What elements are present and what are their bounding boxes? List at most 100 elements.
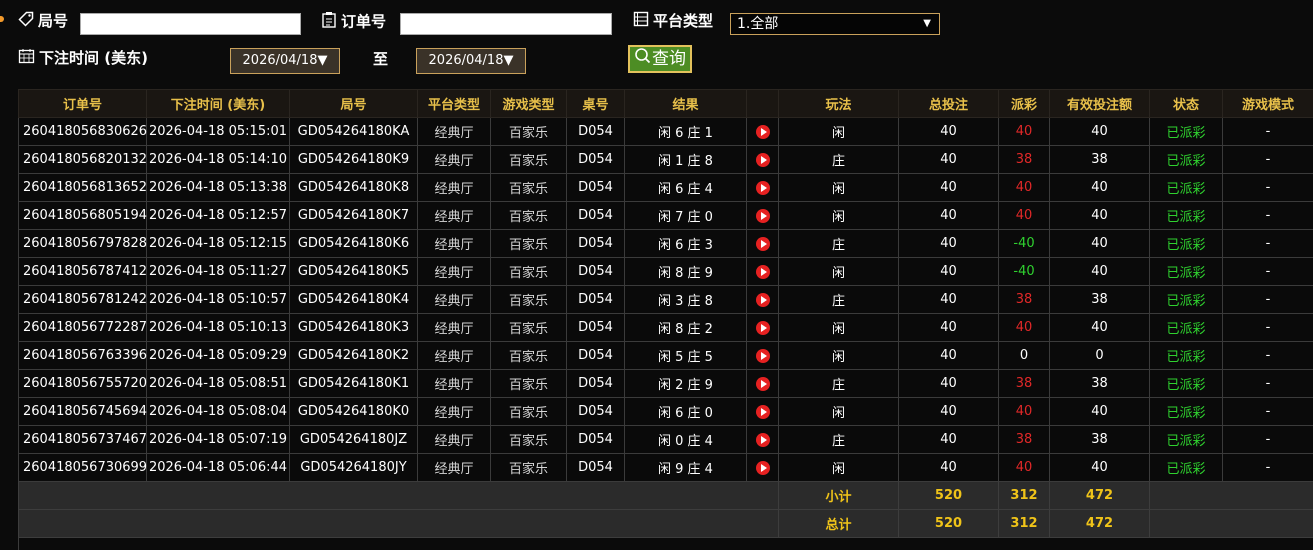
table-row[interactable]: 260418056755720 2026-04-18 05:08:51 GD0542…: [18, 369, 1313, 398]
play-icon[interactable]: [755, 152, 770, 167]
order-input[interactable]: [400, 13, 612, 35]
video-cell: [746, 285, 779, 314]
result-cell: 闲 6 庄 0: [624, 397, 747, 426]
platform-cell: 经典厅: [417, 201, 491, 230]
valid-bet-cell: 40: [1049, 173, 1150, 202]
order-id-cell: 260418056772287: [18, 313, 147, 342]
platform-cell: 经典厅: [417, 313, 491, 342]
column-header: 局号: [289, 89, 418, 118]
round-input[interactable]: [80, 13, 301, 35]
bet-option-cell: 闲: [778, 117, 899, 146]
valid-bet-cell: 38: [1049, 285, 1150, 314]
valid-bet-cell: 40: [1049, 117, 1150, 146]
result-cell: 闲 1 庄 8: [624, 145, 747, 174]
subtotal-total-bet: 520: [898, 481, 999, 510]
table-row[interactable]: 260418056830626 2026-04-18 05:15:01 GD0542…: [18, 117, 1313, 146]
platform-cell: 经典厅: [417, 145, 491, 174]
column-header: 订单号: [18, 89, 147, 118]
subtotal-payout: 312: [998, 481, 1050, 510]
payout-cell: 40: [998, 453, 1050, 482]
status-cell: 已派彩: [1149, 201, 1223, 230]
subtotal-valid-bet: 472: [1049, 481, 1150, 510]
game-mode-cell: -: [1222, 341, 1313, 370]
result-cell: 闲 6 庄 1: [624, 117, 747, 146]
play-icon[interactable]: [755, 460, 770, 475]
total-bet-cell: 40: [898, 117, 999, 146]
table-row[interactable]: 260418056737467 2026-04-18 05:07:19 GD0542…: [18, 425, 1313, 454]
play-icon[interactable]: [755, 208, 770, 223]
bet-time-cell: 2026-04-18 05:10:57: [146, 285, 290, 314]
bet-time-cell: 2026-04-18 05:10:13: [146, 313, 290, 342]
order-label: 订单号: [321, 11, 386, 33]
order-id-cell: 260418056737467: [18, 425, 147, 454]
order-id-cell: 260418056813652: [18, 173, 147, 202]
bet-time-cell: 2026-04-18 05:14:10: [146, 145, 290, 174]
total-bet-cell: 40: [898, 369, 999, 398]
total-valid-bet: 472: [1049, 509, 1150, 538]
table-no-cell: D054: [566, 341, 625, 370]
table-no-cell: D054: [566, 201, 625, 230]
query-button[interactable]: 查询: [628, 45, 692, 73]
video-cell: [746, 173, 779, 202]
tag-icon: [18, 11, 34, 32]
platform-select[interactable]: 1.全部 ▼: [730, 13, 940, 35]
total-bet-cell: 40: [898, 257, 999, 286]
play-icon[interactable]: [755, 124, 770, 139]
play-icon[interactable]: [755, 404, 770, 419]
game-mode-cell: -: [1222, 229, 1313, 258]
table-row[interactable]: 260418056781242 2026-04-18 05:10:57 GD0542…: [18, 285, 1313, 314]
payout-cell: 40: [998, 173, 1050, 202]
game-mode-cell: -: [1222, 285, 1313, 314]
play-icon[interactable]: [755, 432, 770, 447]
status-cell: 已派彩: [1149, 425, 1223, 454]
table-row[interactable]: 260418056820132 2026-04-18 05:14:10 GD0542…: [18, 145, 1313, 174]
table-row[interactable]: 260418056805194 2026-04-18 05:12:57 GD0542…: [18, 201, 1313, 230]
play-icon[interactable]: [755, 348, 770, 363]
column-header: 总投注: [898, 89, 999, 118]
summary-spacer: [18, 509, 779, 538]
search-icon: [634, 47, 651, 71]
game-mode-cell: -: [1222, 117, 1313, 146]
payout-cell: 0: [998, 341, 1050, 370]
platform-cell: 经典厅: [417, 117, 491, 146]
game-type-cell: 百家乐: [490, 173, 567, 202]
payout-cell: 38: [998, 369, 1050, 398]
date-to-input[interactable]: 2026/04/18▼: [416, 48, 526, 74]
play-icon[interactable]: [755, 376, 770, 391]
result-cell: 闲 0 庄 4: [624, 425, 747, 454]
table-row[interactable]: 260418056787412 2026-04-18 05:11:27 GD0542…: [18, 257, 1313, 286]
game-type-cell: 百家乐: [490, 313, 567, 342]
table-no-cell: D054: [566, 173, 625, 202]
total-bet-cell: 40: [898, 285, 999, 314]
table-row[interactable]: 260418056797828 2026-04-18 05:12:15 GD0542…: [18, 229, 1313, 258]
order-id-cell: 260418056787412: [18, 257, 147, 286]
order-id-cell: 260418056797828: [18, 229, 147, 258]
play-icon[interactable]: [755, 320, 770, 335]
status-cell: 已派彩: [1149, 397, 1223, 426]
valid-bet-cell: 0: [1049, 341, 1150, 370]
table-no-cell: D054: [566, 285, 625, 314]
calendar-icon: [18, 48, 35, 69]
table-row[interactable]: 260418056772287 2026-04-18 05:10:13 GD0542…: [18, 313, 1313, 342]
column-header: 下注时间 (美东): [146, 89, 290, 118]
result-cell: 闲 6 庄 4: [624, 173, 747, 202]
filter-bar: 局号 订单号 平台类型 1.全部 ▼ 下注时间 (美东) 2026/04/18▼…: [0, 0, 1313, 86]
table-no-cell: D054: [566, 453, 625, 482]
valid-bet-cell: 40: [1049, 201, 1150, 230]
bet-option-cell: 闲: [778, 341, 899, 370]
date-from-input[interactable]: 2026/04/18▼: [230, 48, 340, 74]
platform-cell: 经典厅: [417, 173, 491, 202]
play-icon[interactable]: [755, 292, 770, 307]
table-row[interactable]: 260418056730699 2026-04-18 05:06:44 GD0542…: [18, 453, 1313, 482]
table-row[interactable]: 260418056745694 2026-04-18 05:08:04 GD0542…: [18, 397, 1313, 426]
play-icon[interactable]: [755, 236, 770, 251]
result-cell: 闲 2 庄 9: [624, 369, 747, 398]
play-icon[interactable]: [755, 180, 770, 195]
platform-cell: 经典厅: [417, 397, 491, 426]
table-row[interactable]: 260418056813652 2026-04-18 05:13:38 GD0542…: [18, 173, 1313, 202]
total-bet-cell: 40: [898, 341, 999, 370]
payout-cell: 38: [998, 425, 1050, 454]
table-row[interactable]: 260418056763396 2026-04-18 05:09:29 GD0542…: [18, 341, 1313, 370]
play-icon[interactable]: [755, 264, 770, 279]
valid-bet-cell: 40: [1049, 229, 1150, 258]
